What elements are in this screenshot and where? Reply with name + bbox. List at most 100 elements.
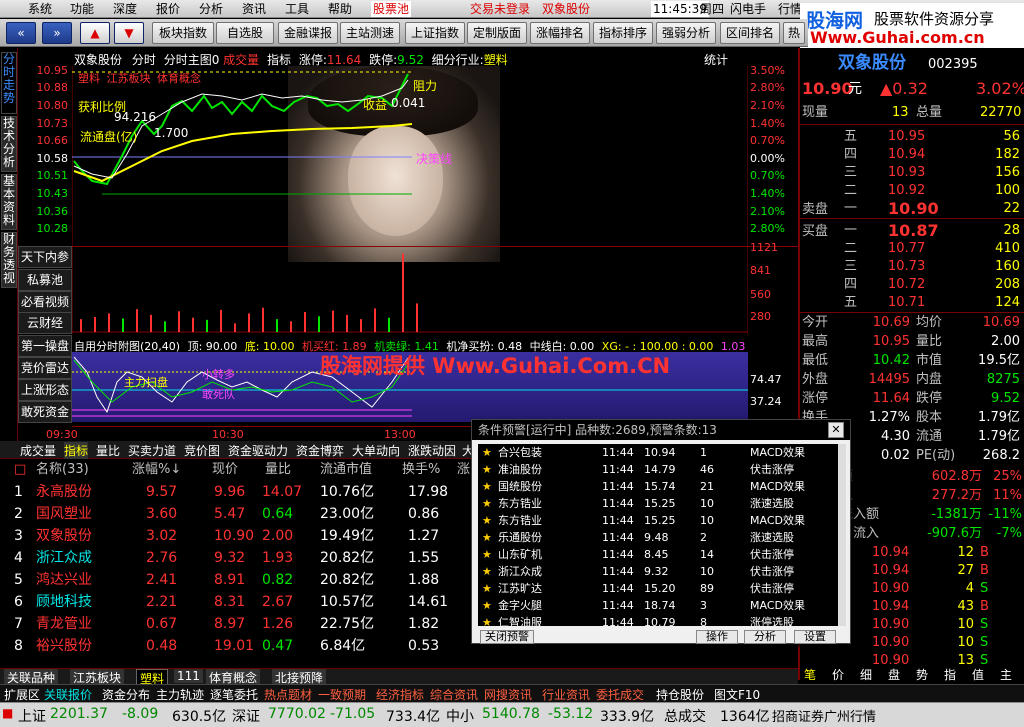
alert-row[interactable]: ★ 准油股份 11:44 14.79 46 伏击涨停 [478, 461, 840, 478]
flash-trade-button[interactable]: 闪电手 [730, 1, 766, 17]
tab-volume-ratio[interactable]: 量比 [96, 442, 120, 459]
settings-button[interactable]: 设置 [794, 630, 836, 644]
alert-row[interactable]: ★ 合兴包装 11:44 10.94 1 MACD效果 [478, 444, 840, 461]
qtab[interactable]: 细 [860, 666, 872, 683]
func-tab[interactable]: 一致预期 [318, 686, 366, 703]
alert-row[interactable]: ★ 东方锆业 11:44 15.25 10 MACD效果 [478, 512, 840, 529]
operate-button[interactable]: 操作 [696, 630, 738, 644]
col-price[interactable]: 现价 [212, 459, 238, 481]
tab-fund-drive[interactable]: 资金驱动力 [228, 442, 288, 459]
next-page-icon[interactable]: » [42, 22, 72, 44]
tab-intraday[interactable]: 分时走势 [1, 52, 17, 114]
side-button-first-trade[interactable]: 第一操盘 [18, 335, 72, 357]
quote-menu[interactable]: 行情 [778, 1, 802, 17]
toolbar-sector-index[interactable]: 板块指数 [152, 22, 214, 44]
tab-fund-game[interactable]: 资金博弈 [296, 442, 344, 459]
func-tab[interactable]: 委托成交 [596, 686, 644, 703]
analyze-button[interactable]: 分析 [744, 630, 786, 644]
menu-system[interactable]: 系统 [28, 1, 52, 17]
toolbar-watchlist[interactable]: 自选股 [216, 22, 274, 44]
menu-function[interactable]: 功能 [70, 1, 94, 17]
arrow-up-icon[interactable]: ▲ [80, 22, 110, 44]
alert-row[interactable]: ★ 仁智油服 11:44 10.79 8 涨停选股 [478, 614, 840, 626]
close-alert-button[interactable]: 关闭预警 [480, 630, 534, 644]
col-float-cap[interactable]: 流通市值 [320, 459, 372, 481]
col-name[interactable]: 名称(33) [36, 459, 89, 481]
col-volume-ratio[interactable]: 量比 [265, 459, 291, 481]
toolbar-finance-intel[interactable]: 金融谍报 [278, 22, 338, 44]
col-rise[interactable]: 涨 [457, 459, 470, 481]
alert-list[interactable]: ★ 合兴包装 11:44 10.94 1 MACD效果 ★ 准油股份 11:44 14.79 46 伏… [478, 444, 840, 626]
alert-row[interactable]: ★ 乐通股份 11:44 9.48 2 涨速选股 [478, 529, 840, 546]
toolbar-strength[interactable]: 强弱分析 [656, 22, 716, 44]
qtab[interactable]: 价 [832, 666, 844, 683]
alert-row[interactable]: ★ 江苏旷达 11:44 15.20 89 伏击涨停 [478, 580, 840, 597]
alert-row[interactable]: ★ 国统股份 11:44 15.74 21 MACD效果 [478, 478, 840, 495]
tab-auction[interactable]: 竞价图 [184, 442, 220, 459]
toolbar-rise-rank[interactable]: 涨幅排名 [530, 22, 590, 44]
qtab[interactable]: 笔 [804, 666, 816, 683]
qtab[interactable]: 值 [972, 666, 984, 683]
close-icon[interactable]: ✕ [828, 422, 844, 438]
side-button-insider-ref[interactable]: 天下内参 [18, 246, 72, 268]
side-button-rise-pattern[interactable]: 上涨形态 [18, 379, 72, 401]
zx-label[interactable]: 中小 [446, 706, 474, 726]
toolbar-custom-layout[interactable]: 定制版面 [467, 22, 527, 44]
tab-volume[interactable]: 成交量 [20, 442, 56, 459]
menu-depth[interactable]: 深度 [113, 1, 137, 17]
related-block[interactable]: 体育概念 [157, 72, 201, 85]
menu-stock-pool[interactable]: 股票池 [371, 1, 412, 17]
func-tab[interactable]: 行业资讯 [542, 686, 590, 703]
toolbar-speed-test[interactable]: 主站测速 [340, 22, 400, 44]
sh-label[interactable]: 上证 [18, 706, 46, 726]
qtab[interactable]: 势 [916, 666, 928, 683]
arrow-down-icon[interactable]: ▼ [114, 22, 144, 44]
side-button-dare-funds[interactable]: 敢死资金 [18, 401, 72, 423]
func-tab[interactable]: 图文F10 [714, 686, 760, 703]
func-tab[interactable]: 热点题材 [264, 686, 312, 703]
func-tab[interactable]: 扩展区 [4, 686, 40, 703]
chart-indicator[interactable]: 指标 [267, 53, 291, 67]
toolbar-hot[interactable]: 热 [783, 22, 805, 44]
alert-row[interactable]: ★ 山东矿机 11:44 8.45 14 伏击涨停 [478, 546, 840, 563]
prev-page-icon[interactable]: « [6, 22, 36, 44]
col-pct[interactable]: 涨幅%↓ [132, 459, 181, 481]
func-tab[interactable]: 关联报价 [44, 686, 92, 703]
related-block[interactable]: 江苏板块 [107, 72, 151, 85]
toolbar-indicator-sort[interactable]: 指标排序 [593, 22, 653, 44]
menu-tools[interactable]: 工具 [285, 1, 309, 17]
login-status[interactable]: 交易未登录 [470, 1, 530, 17]
alert-row[interactable]: ★ 东方锆业 11:44 15.25 10 涨速选股 [478, 495, 840, 512]
side-button-video[interactable]: 必看视频 [18, 291, 72, 313]
tab-indicator[interactable]: 指标 [64, 442, 89, 459]
tab-big-order[interactable]: 大单动向 [352, 442, 400, 459]
func-tab[interactable]: 逐笔委托 [210, 686, 258, 703]
tab-fundamentals[interactable]: 基本资料 [1, 174, 17, 230]
qtab[interactable]: 盘 [888, 666, 900, 683]
func-tab[interactable]: 资金分布 [102, 686, 150, 703]
menu-analysis[interactable]: 分析 [199, 1, 223, 17]
qtab[interactable]: 主 [1000, 666, 1012, 683]
chart-main-label[interactable]: 分时主图0 [164, 53, 220, 67]
menu-help[interactable]: 帮助 [328, 1, 352, 17]
side-button-auction-radar[interactable]: 竞价雷达 [18, 357, 72, 379]
toolbar-sh-index[interactable]: 上证指数 [405, 22, 465, 44]
func-tab[interactable]: 网搜资讯 [484, 686, 532, 703]
block-tab-111[interactable]: 111 [174, 669, 203, 683]
col-turnover[interactable]: 换手% [402, 459, 440, 481]
tab-financials[interactable]: 财务透视 [1, 232, 17, 288]
func-tab[interactable]: 综合资讯 [430, 686, 478, 703]
side-button-cloud-finance[interactable]: 云财经 [18, 312, 72, 334]
industry-value[interactable]: 塑料 [484, 53, 508, 67]
alert-row[interactable]: ★ 浙江众成 11:44 9.32 10 伏击涨停 [478, 563, 840, 580]
qtab[interactable]: 指 [944, 666, 956, 683]
func-tab[interactable]: 经济指标 [376, 686, 424, 703]
tab-buy-sell-force[interactable]: 买卖力道 [128, 442, 176, 459]
related-block[interactable]: 塑料 [78, 72, 100, 85]
tab-technical[interactable]: 技术分析 [1, 116, 17, 172]
chart-mode[interactable]: 分时 [132, 53, 156, 67]
tab-rise-cause[interactable]: 涨跌动因 [408, 442, 456, 459]
sz-label[interactable]: 深证 [232, 706, 260, 726]
menu-news[interactable]: 资讯 [242, 1, 266, 17]
alert-row[interactable]: ★ 金字火腿 11:44 18.74 3 MACD效果 [478, 597, 840, 614]
